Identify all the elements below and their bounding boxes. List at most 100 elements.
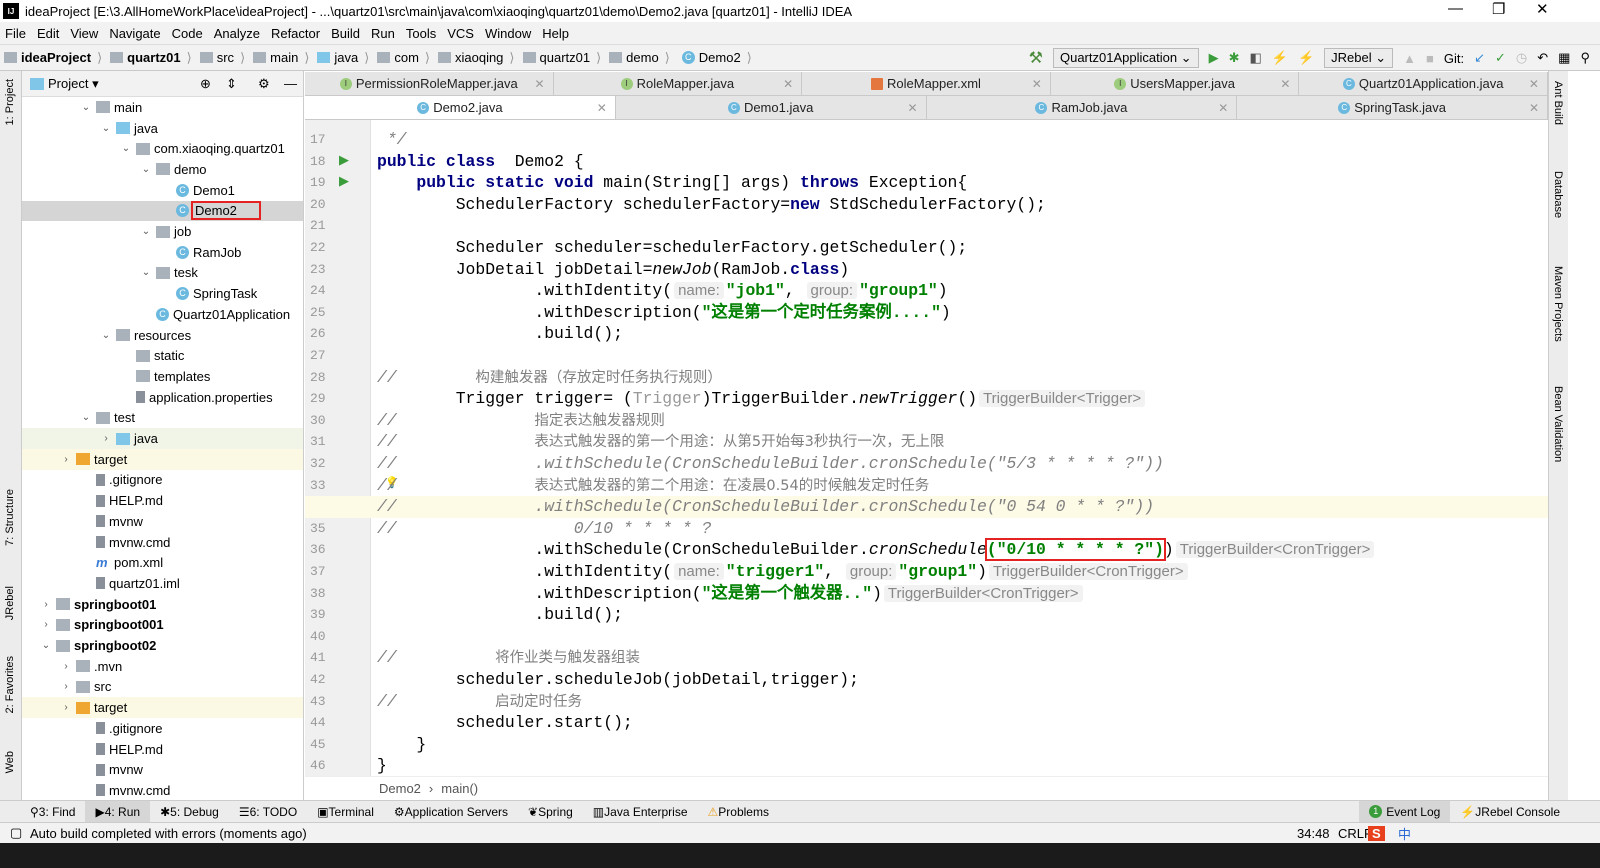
menu-run[interactable]: Run (366, 26, 401, 41)
status-toggle-icon[interactable]: ▢ (10, 825, 22, 841)
structure-tool-tab[interactable]: 7: Structure (4, 489, 16, 546)
tree-item[interactable]: mvnw (22, 511, 303, 532)
breadcrumb-item[interactable]: quartz01 ⟩ (519, 50, 606, 66)
close-tab-icon[interactable]: ✕ (907, 101, 917, 115)
breadcrumb-item[interactable]: demo ⟩ (605, 50, 674, 66)
jrebel-run-icon[interactable]: ⚡ (1272, 50, 1288, 66)
menu-navigate[interactable]: Navigate (104, 26, 166, 41)
bean-validation-tab[interactable]: Bean Validation (1552, 386, 1564, 462)
tree-item[interactable]: mvnw.cmd (22, 780, 303, 800)
coverage-icon[interactable]: ◧ (1249, 50, 1261, 66)
tool-window-terminal[interactable]: ▣ Terminal (307, 801, 384, 823)
tree-item[interactable]: › src (22, 677, 303, 698)
tree-item[interactable]: ⌄ test (22, 408, 303, 429)
tool-window-5-debug[interactable]: ✱ 5: Debug (150, 801, 229, 823)
minimize-button[interactable]: — (1448, 0, 1463, 17)
tree-item[interactable]: › java (22, 428, 303, 449)
tree-item[interactable]: m pom.xml (22, 552, 303, 573)
ant-build-tab[interactable]: Ant Build (1552, 81, 1564, 125)
menu-analyze[interactable]: Analyze (209, 26, 266, 41)
maximize-button[interactable]: ❐ (1492, 0, 1505, 18)
breadcrumb-item[interactable]: xiaoqing ⟩ (434, 50, 519, 66)
menu-tools[interactable]: Tools (401, 26, 442, 41)
chevron-down-icon[interactable]: ⌄ (100, 123, 112, 134)
close-button[interactable]: ✕ (1536, 0, 1549, 18)
event-log-button[interactable]: 1 Event Log (1359, 800, 1451, 823)
chevron-down-icon[interactable]: ⌄ (140, 226, 152, 237)
menu-vcs[interactable]: VCS (442, 26, 480, 41)
collapse-all-icon[interactable]: ⇕ (226, 76, 237, 92)
breadcrumb-class[interactable]: Demo2 (379, 781, 421, 796)
breadcrumb-item[interactable]: main ⟩ (249, 50, 313, 66)
menu-build[interactable]: Build (326, 26, 366, 41)
chevron-right-icon[interactable]: › (60, 661, 72, 672)
tree-item[interactable]: C Quartz01Application (22, 304, 303, 325)
breadcrumb-item[interactable]: src ⟩ (196, 50, 249, 66)
hide-panel-icon[interactable]: — (284, 76, 297, 91)
tree-item[interactable]: C RamJob (22, 242, 303, 263)
tab-springtask-java[interactable]: C SpringTask.java ✕ (1237, 96, 1548, 119)
gear-icon[interactable]: ⚙ (258, 76, 270, 92)
chevron-down-icon[interactable]: ⌄ (80, 102, 92, 113)
tree-item[interactable]: ⌄ main (22, 97, 303, 118)
attach-icon[interactable]: ▲ (1403, 51, 1416, 66)
tree-item[interactable]: › springboot01 (22, 594, 303, 615)
menu-refactor[interactable]: Refactor (266, 26, 326, 41)
chevron-down-icon[interactable]: ⌄ (80, 412, 92, 423)
project-tool-tab[interactable]: 1: Project (4, 79, 16, 125)
tool-window-spring[interactable]: ❦ Spring (518, 801, 583, 823)
git-update-icon[interactable]: ↙ (1474, 50, 1485, 66)
jrebel-tool-tab[interactable]: JRebel (4, 586, 16, 620)
favorites-tool-tab[interactable]: 2: Favorites (4, 656, 16, 713)
search-icon[interactable]: ⚲ (1580, 50, 1590, 66)
tree-item[interactable]: application.properties (22, 387, 303, 408)
menu-file[interactable]: File (0, 26, 32, 41)
tree-item[interactable]: ⌄ demo (22, 159, 303, 180)
breadcrumb-item[interactable]: ideaProject ⟩ (0, 50, 106, 66)
git-commit-icon[interactable]: ✓ (1495, 50, 1506, 66)
menu-window[interactable]: Window (480, 26, 537, 41)
tree-item[interactable]: ⌄ java (22, 118, 303, 139)
chevron-right-icon[interactable]: › (60, 454, 72, 465)
tree-item[interactable]: ⌄ job (22, 221, 303, 242)
tree-item[interactable]: mvnw (22, 759, 303, 780)
menu-edit[interactable]: Edit (32, 26, 65, 41)
ime-mode[interactable]: 中 (1398, 824, 1411, 843)
close-tab-icon[interactable]: ✕ (1280, 77, 1290, 91)
tab-rolemapper-java[interactable]: I RoleMapper.java ✕ (554, 72, 803, 95)
tab-permissionrolemapper-java[interactable]: I PermissionRoleMapper.java ✕ (305, 72, 554, 95)
tree-item[interactable]: ⌄ resources (22, 325, 303, 346)
tool-window-application-servers[interactable]: ⚙ Application Servers (384, 801, 518, 823)
run-gutter-icon[interactable]: ▶ (339, 173, 349, 189)
menu-code[interactable]: Code (167, 26, 209, 41)
chevron-right-icon[interactable]: › (60, 702, 72, 713)
locate-icon[interactable]: ⊕ (200, 76, 211, 92)
breadcrumb-item[interactable]: com ⟩ (373, 50, 434, 66)
tree-item[interactable]: .gitignore (22, 470, 303, 491)
tool-window-3-find[interactable]: ⚲ 3: Find (20, 801, 85, 823)
tab-demo1-java[interactable]: C Demo1.java ✕ (616, 96, 927, 119)
tree-item[interactable]: C Demo2 (22, 200, 303, 222)
tool-window-6-todo[interactable]: ☰ 6: TODO (229, 801, 307, 823)
sogou-ime-icon[interactable]: S (1368, 825, 1385, 841)
breadcrumb-method[interactable]: main() (441, 781, 478, 796)
tool-window-java-enterprise[interactable]: ▥ Java Enterprise (583, 801, 698, 823)
tab-usersmapper-java[interactable]: I UsersMapper.java ✕ (1051, 72, 1300, 95)
close-tab-icon[interactable]: ✕ (1529, 77, 1539, 91)
tree-item[interactable]: C SpringTask (22, 283, 303, 304)
close-tab-icon[interactable]: ✕ (535, 77, 545, 91)
web-tool-tab[interactable]: Web (4, 751, 16, 773)
stop-icon[interactable]: ■ (1426, 51, 1434, 66)
tree-item[interactable]: ⌄ springboot02 (22, 635, 303, 656)
tool-window-problems[interactable]: ⚠ Problems (698, 801, 779, 823)
close-tab-icon[interactable]: ✕ (597, 101, 607, 115)
tree-item[interactable]: › target (22, 448, 303, 470)
tab-quartz01application-java[interactable]: C Quartz01Application.java ✕ (1299, 72, 1548, 95)
build-hammer-icon[interactable]: ⚒ (1029, 48, 1043, 68)
project-structure-icon[interactable]: ▦ (1558, 50, 1570, 66)
tree-item[interactable]: .gitignore (22, 718, 303, 739)
chevron-right-icon[interactable]: › (40, 599, 52, 610)
jrebel-dropdown[interactable]: JRebel ⌄ (1324, 48, 1394, 68)
tree-item[interactable]: quartz01.iml (22, 573, 303, 594)
breadcrumb-item[interactable]: quartz01 ⟩ (106, 50, 196, 66)
